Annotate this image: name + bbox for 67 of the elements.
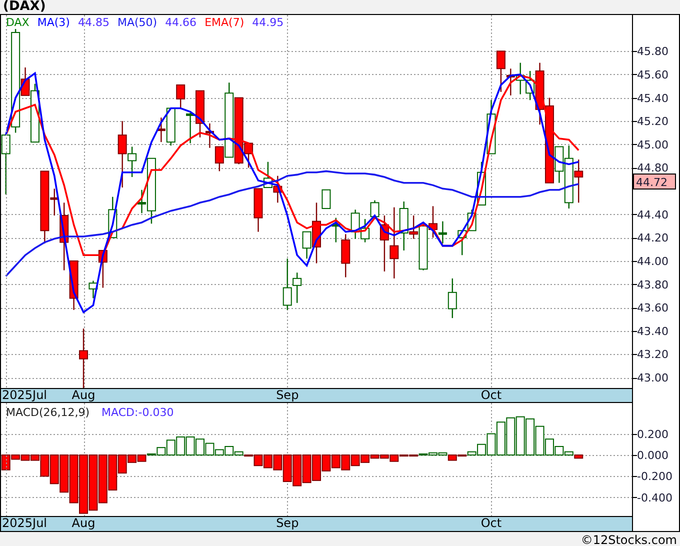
candlestick	[516, 62, 525, 94]
axis-label: 45.20	[637, 115, 668, 128]
date-label: Oct	[480, 517, 502, 530]
histogram-bar	[50, 454, 59, 484]
histogram-bar	[331, 454, 340, 468]
candlestick	[458, 230, 467, 256]
axis-label: 44.20	[637, 232, 668, 245]
indicator-reading: MACD:-0.030	[102, 406, 174, 419]
axis-label: 45.80	[637, 45, 668, 58]
date-label: Aug	[72, 389, 96, 402]
histogram-bar	[506, 417, 516, 456]
axis-label: 0.200	[637, 428, 668, 441]
histogram-bar	[98, 454, 108, 504]
indicator-label: EMA(7)	[204, 16, 244, 29]
indicator-value: 44.66	[165, 16, 197, 29]
axis-label: -0.200	[637, 470, 672, 484]
candlestick	[477, 162, 486, 206]
indicator-value: 44.95	[252, 16, 284, 29]
histogram-bar	[176, 436, 186, 456]
indicator-label: MACD(26,12,9)	[6, 406, 90, 419]
candlestick	[69, 260, 78, 310]
histogram-bar	[302, 454, 312, 484]
histogram-bar	[88, 454, 98, 511]
axis-label: -0.400	[637, 491, 672, 504]
candlestick	[438, 221, 447, 244]
indicator-value: 44.85	[78, 16, 110, 29]
axis-label: 45.60	[637, 68, 668, 82]
candlestick	[108, 196, 118, 238]
histogram-bar	[516, 416, 525, 456]
histogram-bar	[350, 454, 360, 466]
date-label: Sep	[276, 389, 299, 402]
date-label: Oct	[480, 389, 502, 402]
date-label: Sep	[276, 517, 299, 530]
histogram-bar	[69, 454, 78, 504]
histogram-bar	[263, 454, 272, 468]
histogram-bar	[196, 438, 204, 456]
histogram-bar	[60, 454, 69, 493]
copyright-text: ©12Stocks.com	[580, 533, 677, 546]
axis-label: 45.00	[637, 138, 668, 152]
chart-title: (DAX)	[2, 0, 46, 14]
indicator-label: MA(50)	[117, 16, 158, 29]
indicator-label: MA(3)	[37, 16, 70, 29]
candlestick	[486, 100, 496, 154]
axis-label: 44.40	[637, 208, 668, 222]
histogram-bar	[526, 418, 535, 456]
axis-label: 43.80	[637, 278, 668, 292]
axis-label: 43.40	[637, 324, 668, 338]
axis-label: 0.000	[637, 449, 668, 462]
axis-label: 43.20	[637, 348, 668, 362]
candlestick	[360, 218, 370, 242]
date-label: Aug	[72, 517, 96, 530]
candlestick	[448, 278, 457, 318]
histogram-bar	[79, 454, 88, 514]
histogram-bar	[292, 454, 302, 486]
axis-label: 44.80	[637, 162, 668, 175]
axis-label: 44.00	[637, 254, 668, 268]
date-label: 2025Jul	[2, 517, 48, 530]
price-tag: 44.72	[633, 174, 676, 190]
axis-label: 43.00	[637, 372, 668, 384]
axis-label: 45.40	[637, 92, 668, 105]
candlestick	[79, 328, 88, 388]
histogram-bar	[341, 454, 350, 470]
date-label: 2025Jul	[2, 389, 48, 402]
symbol-label: DAX	[6, 16, 30, 29]
candlestick	[273, 176, 282, 203]
axis-label: 43.60	[637, 302, 668, 315]
histogram-bar	[186, 436, 195, 456]
